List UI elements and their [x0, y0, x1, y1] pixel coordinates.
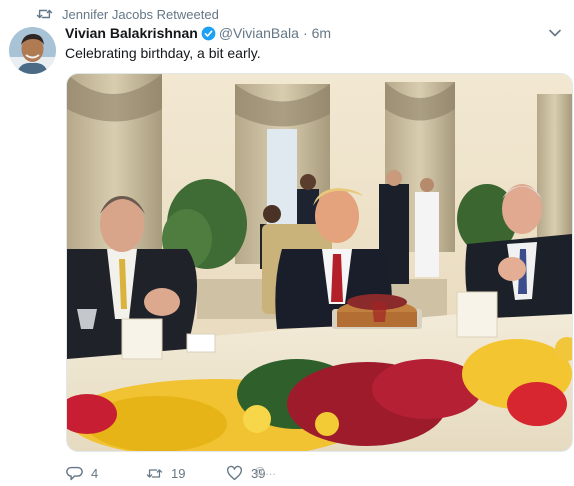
avatar[interactable] — [9, 27, 56, 74]
tweet-header: Vivian Balakrishnan @VivianBala · 6m — [65, 23, 331, 43]
reply-icon — [66, 466, 83, 480]
retweet-notice-text: Jennifer Jacobs Retweeted — [62, 6, 219, 22]
author-display-name[interactable]: Vivian Balakrishnan — [65, 25, 198, 41]
author-handle[interactable]: @VivianBala — [219, 25, 299, 41]
retweet-icon — [146, 468, 163, 478]
photo-illustration — [67, 74, 572, 451]
tweet-timestamp[interactable]: 6m — [312, 25, 331, 41]
tweet-actions: 4 19 39 — [66, 462, 386, 484]
reply-count: 4 — [91, 465, 99, 481]
chevron-down-icon[interactable] — [548, 26, 562, 40]
separator-dot: · — [302, 25, 308, 41]
tweet-photo[interactable] — [66, 73, 573, 452]
tweet-text: Celebrating birthday, a bit early. — [65, 45, 261, 61]
reply-button[interactable]: 4 — [66, 462, 98, 484]
watermark: @… — [254, 466, 277, 478]
verified-badge-icon — [201, 26, 216, 40]
retweet-count: 19 — [171, 465, 186, 481]
retweet-notice[interactable]: Jennifer Jacobs Retweeted — [36, 5, 219, 23]
retweet-button[interactable]: 19 — [146, 462, 185, 484]
user-avatar — [9, 27, 56, 74]
retweet-icon — [36, 9, 53, 19]
heart-icon — [227, 465, 242, 480]
